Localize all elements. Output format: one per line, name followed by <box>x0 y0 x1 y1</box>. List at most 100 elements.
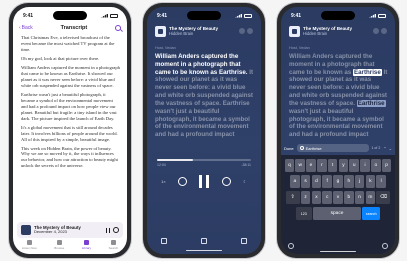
key-w[interactable]: w <box>295 159 305 172</box>
shift-key[interactable]: ⇧ <box>285 191 300 204</box>
key-k[interactable]: k <box>365 175 376 188</box>
speed-control[interactable]: 1× <box>161 179 166 184</box>
speaker-label: Host, Vedan <box>155 46 176 50</box>
home-indicator <box>186 249 222 251</box>
key-r[interactable]: r <box>317 159 327 172</box>
key-o[interactable]: o <box>371 159 381 172</box>
key-s[interactable]: s <box>300 175 311 188</box>
progress-scrubber[interactable] <box>157 159 251 161</box>
skip-back-icon[interactable] <box>178 176 188 186</box>
episode-header: The Mystery of Beauty Hidden Brain <box>155 25 253 37</box>
key-u[interactable]: u <box>349 159 359 172</box>
key-q[interactable]: q <box>284 159 295 172</box>
queue-icon[interactable] <box>241 238 247 244</box>
episode-artwork <box>21 225 31 235</box>
signal-icon <box>101 13 108 18</box>
tab-label: Search <box>108 246 119 250</box>
back-label: Back <box>21 25 33 31</box>
key-e[interactable]: e <box>306 159 316 172</box>
back-button[interactable]: ‹ Back <box>19 25 33 31</box>
delete-key[interactable]: ⌫ <box>376 191 391 204</box>
home-indicator <box>320 250 356 252</box>
star-icon[interactable] <box>373 28 379 34</box>
key-x[interactable]: x <box>311 191 322 204</box>
key-t[interactable]: t <box>327 159 338 172</box>
key-p[interactable]: p <box>381 159 392 172</box>
key-y[interactable]: y <box>338 159 349 172</box>
tab-search[interactable]: Search <box>108 240 119 250</box>
mini-player-text: The Mystery of Beauty December 4, 2023 <box>34 225 103 235</box>
remaining-time: -38:11 <box>241 163 251 167</box>
transcript-paragraph: Earthrise wasn't just a beautiful photog… <box>21 91 117 121</box>
player-bottom-bar <box>161 238 247 244</box>
tab-label: Library <box>81 246 92 250</box>
chevron-down-icon[interactable]: ⌄ <box>389 146 392 151</box>
key-z[interactable]: z <box>300 191 311 204</box>
status-bar: 9:41 <box>23 11 118 20</box>
transcript-screen: 9:41 ‹ Back Transcript That Christmas Ev… <box>13 7 127 254</box>
show-name: Hidden Brain <box>303 31 328 37</box>
signal-icon <box>235 13 242 18</box>
tab-bar: Listen Now Browse Library Search <box>13 239 127 251</box>
key-b[interactable]: b <box>344 191 354 204</box>
skip-forward-icon[interactable] <box>113 227 119 233</box>
airplay-icon[interactable] <box>201 238 207 244</box>
grid-icon <box>56 240 62 245</box>
play-circle-icon <box>26 240 32 245</box>
show-logo <box>289 25 300 37</box>
transcript-title: Transcript <box>60 25 88 31</box>
key-i[interactable]: i <box>360 159 370 172</box>
key-n[interactable]: n <box>354 191 365 204</box>
search-match[interactable]: Earthrise <box>356 99 386 107</box>
search-icon[interactable] <box>114 25 121 31</box>
key-v[interactable]: v <box>333 191 343 204</box>
chevron-up-icon[interactable]: ⌃ <box>383 146 386 151</box>
speaker-label: Host, Vedan <box>289 46 310 50</box>
three-phone-showcase: 9:41 ‹ Back Transcript That Christmas Ev… <box>0 0 407 261</box>
transcript-icon[interactable] <box>161 238 167 244</box>
emoji-icon[interactable] <box>288 243 294 249</box>
search-match-current[interactable]: Earthrise <box>352 68 382 76</box>
transcript-text: wasn't just a beautiful photograph, it b… <box>289 107 384 139</box>
transcript-nav: ‹ Back Transcript <box>19 23 121 33</box>
sleep-timer-icon[interactable]: ☾ <box>243 179 247 184</box>
phone-transcript: 9:41 ‹ Back Transcript That Christmas Ev… <box>9 3 131 258</box>
now-playing-screen: 9:41 The Mystery of Beauty Hidden Brain … <box>147 7 261 254</box>
key-h[interactable]: h <box>344 175 354 188</box>
signal-icon <box>369 13 376 18</box>
pause-icon[interactable] <box>106 227 110 233</box>
numbers-key[interactable]: 123 <box>295 207 312 220</box>
key-f[interactable]: f <box>322 175 332 188</box>
tab-library[interactable]: Library <box>82 240 91 250</box>
pause-icon[interactable] <box>199 174 210 188</box>
progress-fill <box>157 159 193 161</box>
search-input[interactable]: Earthrise <box>296 144 369 152</box>
star-icon[interactable] <box>239 28 245 34</box>
battery-icon <box>110 13 118 18</box>
key-g[interactable]: g <box>333 175 343 188</box>
key-c[interactable]: c <box>322 191 332 204</box>
microphone-icon[interactable] <box>382 243 388 249</box>
status-bar: 9:41 <box>157 11 252 20</box>
key-a[interactable]: a <box>290 175 300 188</box>
search-key[interactable]: search <box>362 207 381 220</box>
episode-info: The Mystery of Beauty Hidden Brain <box>303 26 370 37</box>
transcript-body: That Christmas Eve, a televised broadcas… <box>21 35 120 172</box>
tab-listen-now[interactable]: Listen Now <box>22 240 37 250</box>
key-d[interactable]: d <box>311 175 322 188</box>
keyboard-row: asdfghjkl <box>283 175 393 188</box>
key-m[interactable]: m <box>365 191 376 204</box>
key-l[interactable]: l <box>376 175 386 188</box>
skip-forward-icon[interactable] <box>221 176 231 186</box>
show-name: Hidden Brain <box>169 31 194 37</box>
status-bar: 9:41 <box>291 11 386 20</box>
more-icon[interactable] <box>381 28 387 34</box>
mini-player[interactable]: The Mystery of Beauty December 4, 2023 <box>17 222 123 238</box>
tab-browse[interactable]: Browse <box>54 240 64 250</box>
space-key[interactable]: space <box>313 207 361 220</box>
more-icon[interactable] <box>247 28 253 34</box>
tab-label: Browse <box>54 246 65 250</box>
search-icon <box>110 240 116 245</box>
key-j[interactable]: j <box>354 175 365 188</box>
done-button[interactable]: Done <box>284 146 294 151</box>
